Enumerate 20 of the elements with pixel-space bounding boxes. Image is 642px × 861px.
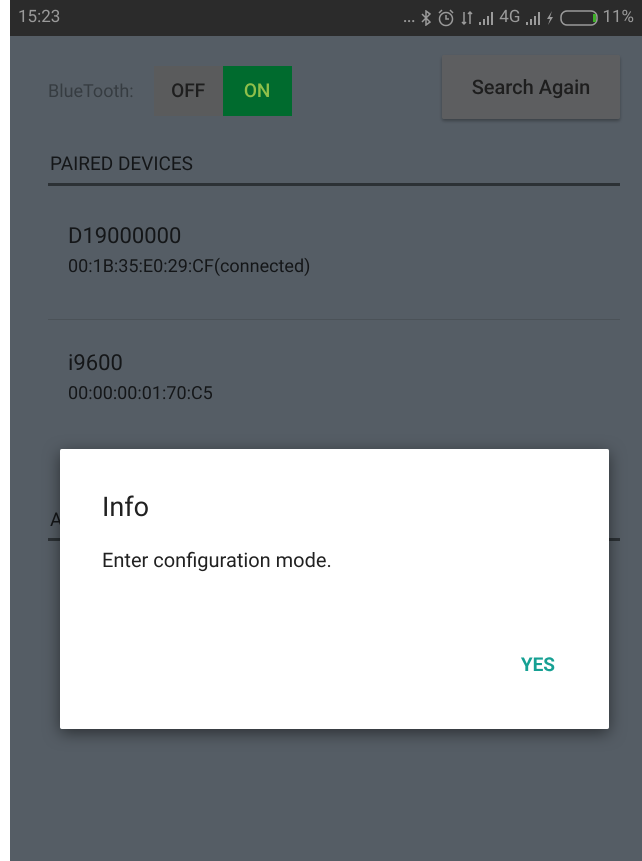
data-arrows-icon [461, 10, 474, 26]
dialog-message: Enter configuration mode. [102, 547, 333, 574]
search-again-button[interactable]: Search Again [442, 55, 620, 119]
toggle-option[interactable]: ON [222, 66, 292, 116]
alarm-clock-icon [437, 9, 456, 27]
battery-icon [560, 10, 600, 26]
charging-bolt-icon [546, 11, 554, 25]
section-header: PAIRED DEVICES [49, 152, 193, 175]
yes-button[interactable]: YES [520, 651, 555, 680]
signal-icon [526, 11, 540, 25]
notification-dots: ... [403, 8, 416, 28]
signal-icon [479, 11, 494, 25]
bluetooth-icon [421, 10, 432, 26]
dialog-title: Info [102, 490, 150, 525]
network-type: 4G [499, 6, 520, 30]
device-list-item[interactable]: i9600 00:00:00:01:70:C5 [48, 320, 620, 438]
device-list-item[interactable]: D19000000 00:1B:35:E0:29:CF(connected) [48, 186, 620, 320]
toggle-option[interactable]: OFF [154, 66, 223, 116]
clock-time: 15:23 [18, 6, 60, 30]
battery-percent: 11% [602, 6, 634, 30]
